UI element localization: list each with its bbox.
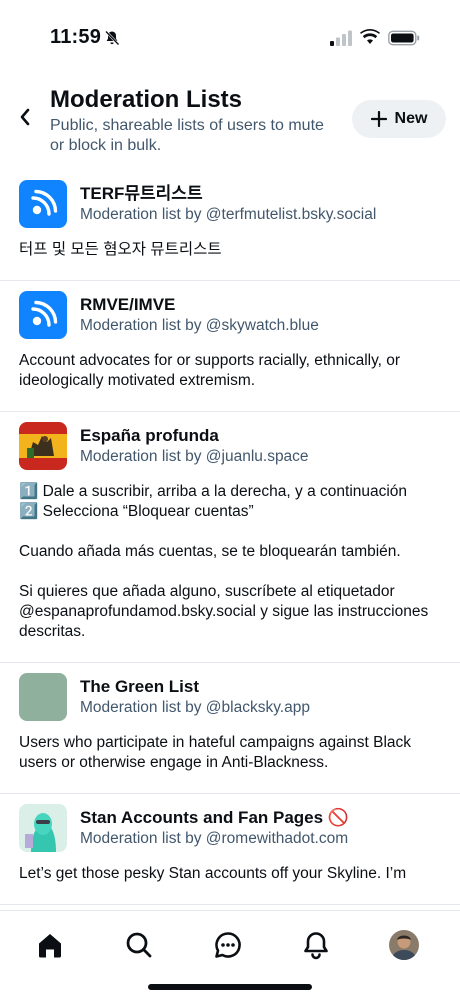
list-item[interactable]: TERF뮤트리스트 Moderation list by @terfmuteli… [0, 170, 460, 281]
bell-icon [304, 932, 328, 960]
list-name: RMVE/IMVE [80, 295, 176, 314]
list-name: The Green List [80, 677, 200, 696]
header: Moderation Lists Public, shareable lists… [0, 76, 460, 162]
list-name: España profunda [80, 426, 219, 445]
default-list-icon [19, 291, 67, 339]
home-indicator [148, 984, 312, 990]
tab-profile[interactable] [386, 927, 422, 963]
tab-home[interactable] [32, 927, 68, 963]
moderation-list-feed[interactable]: TERF뮤트리스트 Moderation list by @terfmuteli… [0, 170, 460, 910]
new-button-label: New [394, 110, 428, 127]
list-byline: Moderation list by @blacksky.app [80, 699, 310, 716]
chevron-left-icon [20, 108, 30, 126]
list-byline: Moderation list by @terfmutelist.bsky.so… [80, 206, 377, 223]
photo-avatar [19, 804, 67, 852]
tab-chat[interactable] [210, 927, 246, 963]
tab-notifications[interactable] [298, 927, 334, 963]
status-bar: 11:59 [0, 0, 460, 70]
cellular-signal-icon [330, 30, 352, 46]
bell-off-icon [105, 30, 120, 46]
list-description: 터프 및 모든 혐오자 뮤트리스트 [19, 241, 222, 258]
spain-flag-avatar [19, 422, 67, 470]
list-item[interactable]: The Green List Moderation list by @black… [0, 663, 460, 794]
list-name: Stan Accounts and Fan Pages 🚫 [80, 808, 349, 827]
green-square-avatar [19, 673, 67, 721]
page-subtitle: Public, shareable lists of users to mute… [50, 117, 324, 154]
list-name: TERF뮤트리스트 [80, 184, 203, 203]
page-title: Moderation Lists [50, 86, 243, 113]
status-time: 11:59 [50, 26, 102, 48]
chat-bubble-icon [215, 932, 241, 958]
default-list-icon [19, 180, 67, 228]
wifi-icon [360, 29, 380, 44]
list-description: Users who participate in hateful campaig… [19, 734, 412, 771]
tab-search[interactable] [121, 927, 157, 963]
list-item[interactable]: Stan Accounts and Fan Pages 🚫 Moderation… [0, 794, 460, 905]
list-description: Let’s get those pesky Stan accounts off … [19, 865, 407, 882]
search-icon [126, 932, 152, 958]
list-byline: Moderation list by @skywatch.blue [80, 317, 319, 334]
profile-avatar [389, 930, 419, 960]
list-description: 1️⃣ Dale a suscribir, arriba a la derech… [19, 483, 429, 640]
list-byline: Moderation list by @juanlu.space [80, 448, 309, 465]
back-button[interactable] [10, 102, 40, 132]
battery-icon [388, 30, 420, 46]
list-item[interactable]: España profunda Moderation list by @juan… [0, 412, 460, 663]
plus-icon [370, 111, 387, 127]
list-description: Account advocates for or supports racial… [19, 352, 401, 389]
list-byline: Moderation list by @romewithadot.com [80, 830, 349, 847]
list-item[interactable]: RMVE/IMVE Moderation list by @skywatch.b… [0, 281, 460, 412]
home-icon [39, 934, 61, 958]
new-list-button[interactable]: New [352, 100, 446, 138]
